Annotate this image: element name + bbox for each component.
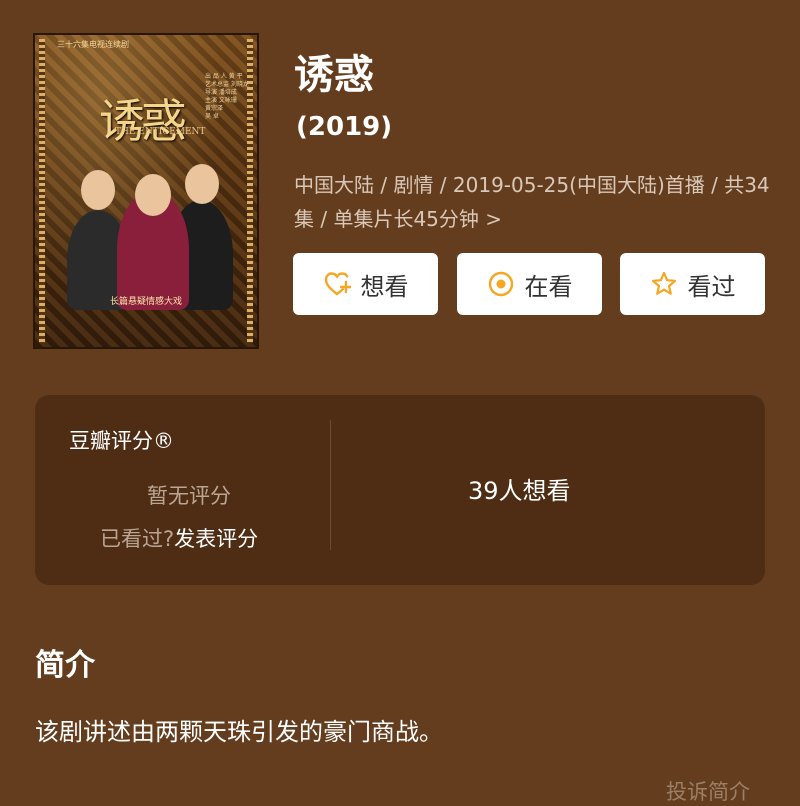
douban-rating-header: 豆瓣评分® — [69, 429, 174, 453]
no-rating-text: 暂无评分 — [147, 484, 231, 508]
movie-year: (2019) — [296, 112, 393, 142]
poster-english-title: THE ENTICEMENT — [115, 127, 206, 137]
poster-tagline: 三十六集电视连续剧 — [57, 40, 129, 49]
poster-logo: 诱惑 — [99, 94, 187, 148]
watched-label: 看过 — [687, 272, 736, 301]
poster-credits: 出 品 人 黄 平 艺术总监 刘晓龙 导演 潘培成 主演 文咏珊 黄宗泽 吴 卓 — [205, 73, 255, 121]
intro-heading: 简介 — [35, 648, 95, 683]
seen-prompt: 已看过?发表评分 — [100, 523, 258, 553]
want-to-watch-label: 想看 — [360, 272, 409, 301]
want-count[interactable]: 39人想看 — [468, 471, 571, 506]
poster-image[interactable]: 三十六集电视连续剧 诱惑 THE ENTICEMENT 出 品 人 黄 平 艺术… — [33, 33, 259, 349]
post-rating-link[interactable]: 发表评分 — [174, 527, 258, 551]
report-intro-link[interactable]: 投诉简介 — [666, 776, 750, 806]
heart-plus-icon — [324, 272, 351, 296]
rating-card: 豆瓣评分® 暂无评分 已看过?发表评分 39人想看 — [35, 395, 765, 585]
intro-text: 该剧讲述由两颗天珠引发的豪门商战。 — [35, 718, 443, 746]
watching-label: 在看 — [524, 272, 573, 301]
cast-head-left — [81, 170, 115, 210]
movie-title: 诱惑 — [294, 52, 374, 98]
cast-head-center — [135, 174, 171, 216]
target-circle-icon — [488, 271, 513, 297]
poster-cast-figures — [57, 160, 243, 310]
cast-head-right — [185, 164, 219, 204]
poster-credit: 导演 潘培成 — [205, 89, 237, 96]
poster-credit: 黄宗泽 — [205, 105, 224, 112]
poster-credit: 主演 文咏珊 — [205, 97, 237, 104]
watching-button[interactable]: 在看 — [457, 253, 602, 315]
movie-meta-link[interactable]: 中国大陆 / 剧情 / 2019-05-25(中国大陆)首播 / 共34集 / … — [294, 168, 774, 236]
poster-credit: 艺术总监 刘晓龙 — [205, 81, 249, 88]
poster-credit: 出 品 人 黄 平 — [205, 73, 243, 80]
watched-button[interactable]: 看过 — [620, 253, 765, 315]
want-to-watch-button[interactable]: 想看 — [293, 253, 438, 315]
rating-divider — [330, 420, 331, 550]
star-icon — [651, 271, 676, 295]
seen-prefix: 已看过? — [100, 527, 175, 551]
poster-credit: 吴 卓 — [205, 113, 219, 120]
poster-subtitle: 长篇悬疑情感大戏 — [109, 297, 182, 307]
